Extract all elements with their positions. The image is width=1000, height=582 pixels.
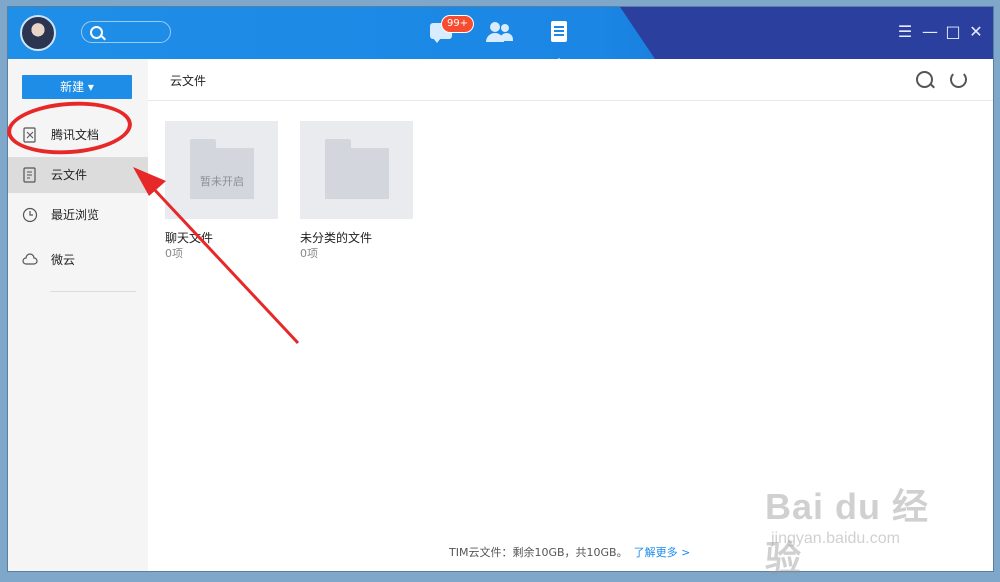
watermark-url: jingyan.baidu.com <box>771 530 900 547</box>
baidu-watermark: Bai du 经验 jingyan.baidu.com <box>765 478 950 579</box>
